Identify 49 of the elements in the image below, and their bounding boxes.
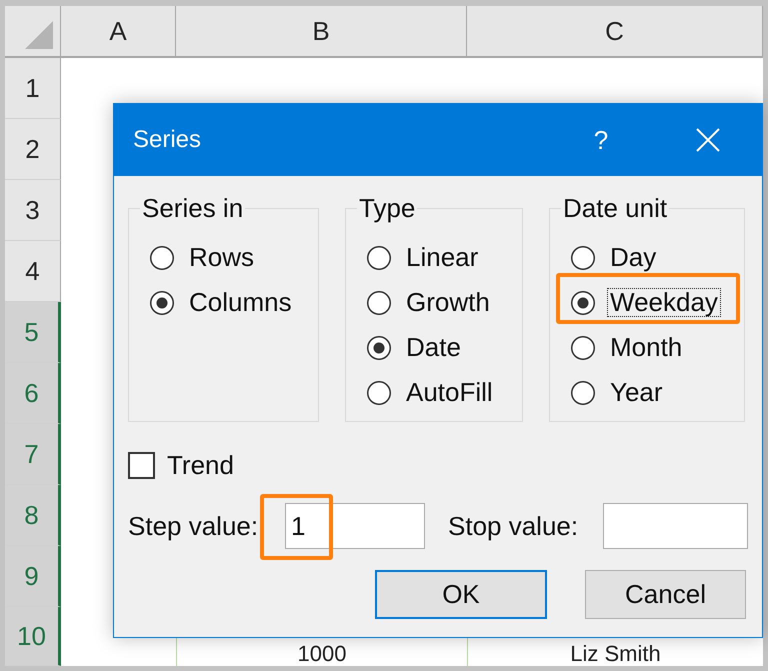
radio-label[interactable]: Month bbox=[607, 333, 686, 362]
radio-button-icon[interactable] bbox=[367, 336, 391, 360]
radio-label[interactable]: Growth bbox=[403, 288, 493, 317]
checkbox[interactable] bbox=[128, 452, 155, 478]
table-cell: 1000 bbox=[298, 642, 346, 666]
row-header[interactable]: 6 bbox=[5, 363, 61, 424]
ok-button[interactable]: OK bbox=[375, 570, 547, 619]
radio-button-icon[interactable] bbox=[367, 380, 391, 404]
column-header[interactable]: C bbox=[467, 6, 763, 58]
stop-value-field[interactable] bbox=[603, 503, 748, 549]
radio-label[interactable]: Date bbox=[403, 333, 464, 362]
radio-button-icon[interactable] bbox=[571, 246, 595, 270]
radio-button-icon[interactable] bbox=[367, 290, 391, 314]
field-label: Stop value: bbox=[448, 511, 578, 541]
radio-button-icon[interactable] bbox=[150, 246, 174, 270]
radio-button-icon[interactable] bbox=[571, 290, 595, 314]
close-icon[interactable] bbox=[696, 128, 720, 152]
group-label: Type bbox=[358, 193, 416, 223]
radio-label[interactable]: AutoFill bbox=[403, 378, 496, 407]
dialog-title: Series bbox=[133, 125, 202, 155]
row-header[interactable]: 10 bbox=[5, 607, 61, 666]
row-header[interactable]: 8 bbox=[5, 485, 61, 546]
radio-button-icon[interactable] bbox=[367, 246, 391, 270]
radio-label[interactable]: Rows bbox=[186, 243, 258, 272]
row-header[interactable]: 3 bbox=[5, 180, 61, 241]
checkbox-label[interactable]: Trend bbox=[167, 451, 234, 479]
group-label: Date unit bbox=[562, 193, 668, 223]
radio-label[interactable]: Linear bbox=[403, 243, 482, 272]
radio-label[interactable]: Weekday bbox=[607, 288, 721, 317]
step-value-field[interactable]: 1 bbox=[285, 503, 425, 549]
column-header[interactable]: B bbox=[176, 6, 467, 58]
column-header[interactable]: A bbox=[61, 6, 176, 58]
help-button[interactable]: ? bbox=[573, 110, 629, 170]
radio-label[interactable]: Columns bbox=[186, 288, 295, 317]
row-header[interactable]: 9 bbox=[5, 546, 61, 607]
field-label: Step value: bbox=[128, 511, 258, 541]
row-header[interactable]: 4 bbox=[5, 241, 61, 302]
row-header[interactable]: 5 bbox=[5, 302, 61, 363]
row-header[interactable]: 1 bbox=[5, 58, 61, 119]
group-label: Series in bbox=[141, 193, 244, 223]
row-header[interactable]: 7 bbox=[5, 424, 61, 485]
cancel-button[interactable]: Cancel bbox=[585, 570, 746, 619]
radio-button-icon[interactable] bbox=[571, 380, 595, 404]
table-cell: Liz Smith bbox=[570, 642, 661, 666]
radio-label[interactable]: Year bbox=[607, 378, 666, 407]
radio-button-icon[interactable] bbox=[150, 290, 174, 314]
radio-label[interactable]: Day bbox=[607, 243, 660, 272]
radio-button-icon[interactable] bbox=[571, 336, 595, 360]
row-header[interactable]: 2 bbox=[5, 119, 61, 180]
